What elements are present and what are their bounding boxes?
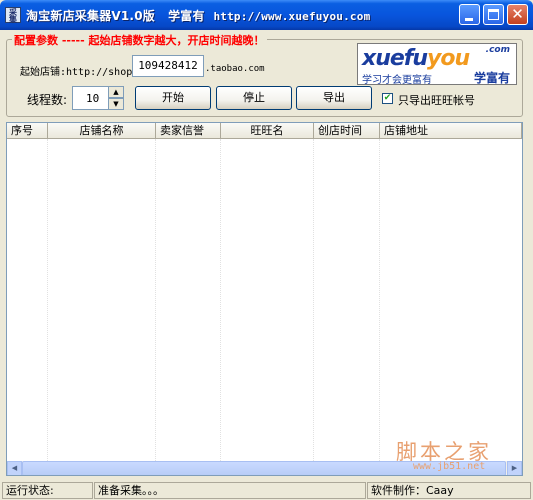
scroll-left-icon[interactable]: ◀ [7,461,22,475]
threads-input[interactable]: 10 [72,86,109,110]
xuefuyou-logo: xuefuyou .com 学习才会更富有 学富有 [357,43,517,86]
window-title-brand: 学富有 [168,9,205,23]
spin-up-icon[interactable]: ▲ [108,86,124,98]
column-divider [155,139,156,461]
column-header-index[interactable]: 序号 [7,123,48,139]
domain-suffix-label: .taobao.com [205,64,265,74]
maximize-icon [488,9,499,20]
column-divider [379,139,380,461]
column-divider [47,139,48,461]
start-shop-input[interactable]: 109428412 [132,55,204,77]
table-header: 序号 店铺名称 卖家信誉 旺旺名 创店时间 店铺地址 [7,123,522,139]
watermark-url: www.jb51.net [413,461,486,472]
column-header-seller-rating[interactable]: 卖家信誉 [156,123,221,139]
column-header-open-date[interactable]: 创店时间 [314,123,380,139]
logo-word-you: you [427,46,470,71]
close-button[interactable]: ✕ [507,4,528,25]
logo-word-xue: xue [362,46,405,71]
column-divider [220,139,221,461]
close-icon: ✕ [511,5,524,23]
logo-cn-name: 学富有 [473,71,510,85]
logo-slogan: 学习才会更富有 [362,75,432,86]
window-title: 淘宝新店采集器V1.0版 学富有 http://www.xuefuyou.com [26,7,370,24]
window-title-url: http://www.xuefuyou.com [213,10,371,23]
status-author: 软件制作：Caay [367,482,531,499]
column-header-shop-url[interactable]: 店铺地址 [380,123,522,139]
export-wangwang-label[interactable]: 只导出旺旺帐号 [398,92,475,108]
column-divider [313,139,314,461]
logo-word-fu: fu [403,46,428,71]
threads-label: 线程数: [27,93,68,107]
window-title-name: 淘宝新店采集器V1.0版 [26,9,155,23]
logo-wordmark: xuefuyou [362,46,470,71]
maximize-button[interactable] [483,4,504,25]
column-header-wangwang[interactable]: 旺旺名 [221,123,314,139]
minimize-icon [465,18,473,21]
export-button[interactable]: 导出 [296,86,372,110]
logo-com: .com [485,45,510,55]
minimize-button[interactable] [459,4,480,25]
config-group-title: 配置参数 ----- 起始店铺数字越大，开店时间越晚！ [12,32,267,48]
status-message: 准备采集。。。 [94,482,366,499]
export-wangwang-checkbox[interactable]: ✔ [382,93,393,104]
status-label: 运行状态: [2,482,93,499]
title-bar[interactable]: 采集 淘宝新店采集器V1.0版 学富有 http://www.xuefuyou.… [0,0,533,30]
stop-button[interactable]: 停止 [216,86,292,110]
start-shop-label: 起始店铺:http://shop [20,67,133,78]
start-button[interactable]: 开始 [135,86,211,110]
column-header-shop-name[interactable]: 店铺名称 [48,123,156,139]
results-table[interactable]: 序号 店铺名称 卖家信誉 旺旺名 创店时间 店铺地址 ◀ ▶ [6,122,523,476]
app-icon: 采集 [5,7,21,24]
threads-spinner[interactable]: ▲ ▼ [108,86,124,110]
spin-down-icon[interactable]: ▼ [108,98,124,110]
status-bar: 运行状态: 准备采集。。。 软件制作：Caay [0,480,533,500]
scroll-right-icon[interactable]: ▶ [507,461,522,475]
